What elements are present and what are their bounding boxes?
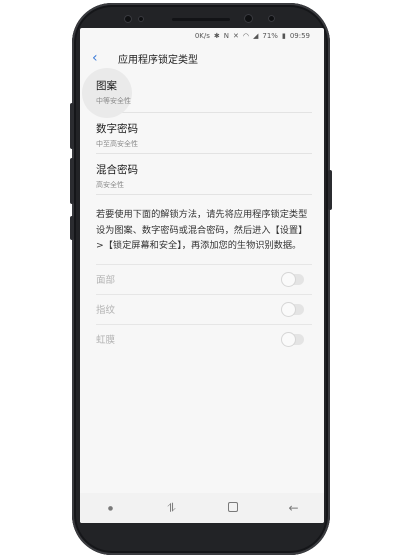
home-icon bbox=[227, 502, 238, 512]
biometric-label: 虹膜 bbox=[96, 335, 116, 346]
biometric-row-iris: 虹膜 bbox=[96, 323, 312, 354]
network-speed: 0K/s bbox=[194, 32, 210, 40]
top-bezel bbox=[72, 3, 330, 31]
power-button bbox=[328, 170, 332, 210]
face-toggle[interactable] bbox=[282, 272, 304, 286]
app-bar: ‹ 应用程序锁定类型 bbox=[80, 44, 324, 72]
fingerprint-toggle[interactable] bbox=[282, 302, 304, 316]
battery-icon: ▮ bbox=[281, 32, 286, 40]
mute-icon: ✕ bbox=[233, 32, 239, 40]
lock-type-pattern[interactable]: 图案 中等安全性 bbox=[82, 68, 312, 118]
sensor-icon bbox=[138, 16, 144, 22]
phone-screen: 0K/s ✱ Ν ✕ ◠ ◢ 71% ▮ 09:59 ‹ 应用程序锁定类型 图案… bbox=[80, 28, 324, 523]
lock-type-list: 图案 中等安全性 数字密码 中至高安全性 混合密码 高安全性 bbox=[80, 68, 324, 195]
lock-type-subtitle: 中等安全性 bbox=[96, 97, 131, 105]
biometric-label: 面部 bbox=[96, 275, 116, 286]
lock-type-title: 图案 bbox=[96, 80, 117, 92]
bluetooth-icon: ✱ bbox=[213, 32, 220, 40]
status-bar: 0K/s ✱ Ν ✕ ◠ ◢ 71% ▮ 09:59 bbox=[80, 28, 324, 44]
lock-type-subtitle: 中至高安全性 bbox=[96, 140, 138, 148]
biometric-note: 若要使用下面的解锁方法，请先将应用程序锁定类型设为图案、数字密码或混合密码，然后… bbox=[96, 209, 308, 251]
iris-scanner-icon bbox=[268, 15, 275, 22]
earpiece-speaker bbox=[172, 18, 230, 21]
signal-icon: ◢ bbox=[253, 32, 259, 40]
navigation-bar: ● ⥮ ← bbox=[80, 493, 324, 523]
lock-type-password[interactable]: 混合密码 高安全性 bbox=[96, 154, 312, 195]
battery-percent: 71% bbox=[262, 32, 278, 40]
clock: 09:59 bbox=[289, 32, 310, 40]
lock-type-title: 混合密码 bbox=[96, 164, 138, 176]
nfc-icon: Ν bbox=[223, 32, 230, 40]
biometric-row-fingerprint: 指纹 bbox=[96, 293, 312, 324]
volume-down-button bbox=[70, 158, 74, 204]
biometric-label: 指纹 bbox=[96, 305, 116, 316]
toggle-knob bbox=[282, 302, 295, 316]
touch-ripple bbox=[82, 68, 132, 118]
lock-type-title: 数字密码 bbox=[96, 123, 138, 135]
sensor-icon bbox=[124, 15, 132, 23]
toggle-knob bbox=[282, 332, 295, 346]
front-camera-icon bbox=[244, 14, 253, 23]
bixby-button bbox=[70, 216, 74, 240]
biometric-row-face: 面部 bbox=[96, 263, 312, 294]
lock-type-subtitle: 高安全性 bbox=[96, 181, 124, 189]
chevron-left-icon[interactable]: ‹ bbox=[92, 51, 108, 65]
recents-icon[interactable]: ⥮ bbox=[157, 501, 187, 516]
toggle-knob bbox=[282, 272, 295, 286]
iris-toggle[interactable] bbox=[282, 332, 304, 346]
page-title: 应用程序锁定类型 bbox=[118, 54, 198, 66]
volume-up-button bbox=[70, 103, 74, 149]
wifi-icon: ◠ bbox=[242, 32, 249, 40]
home-button[interactable] bbox=[218, 501, 248, 515]
dot-icon[interactable]: ● bbox=[96, 505, 126, 512]
lock-type-pin[interactable]: 数字密码 中至高安全性 bbox=[96, 113, 312, 154]
back-icon[interactable]: ← bbox=[279, 501, 309, 515]
